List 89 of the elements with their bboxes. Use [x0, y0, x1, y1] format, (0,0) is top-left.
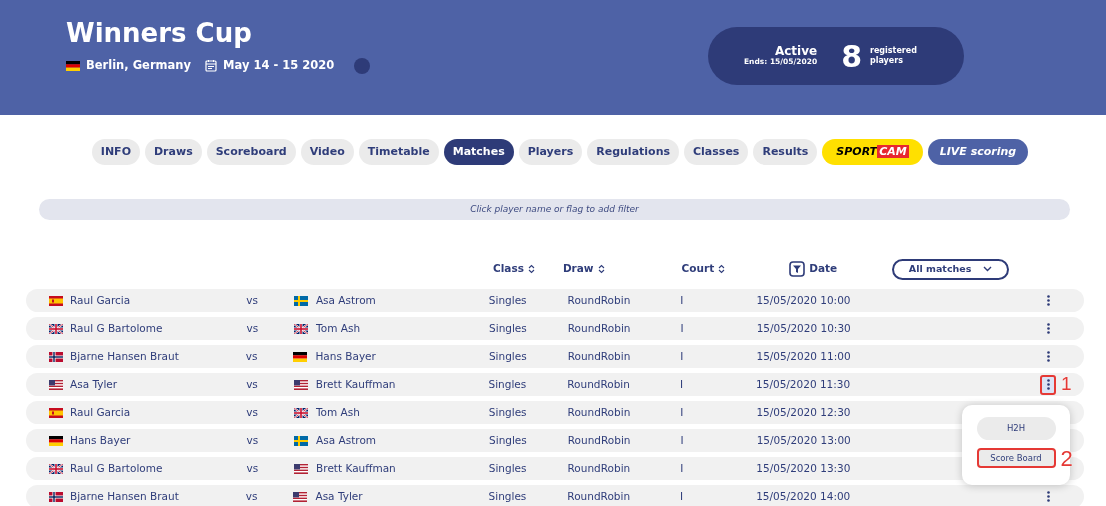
- versus-label: vs: [245, 348, 258, 364]
- court-cell-text: I: [680, 404, 684, 420]
- court-cell-text: I: [680, 292, 684, 308]
- match-row[interactable]: Raul Garcia vs Asa Astrom Singles RoundRobin I 15/05/2020 10:00: [26, 289, 1084, 312]
- court-cell-text: I: [680, 460, 684, 476]
- class-cell-text: Singles: [489, 432, 527, 448]
- column-header[interactable]: Draw: [562, 261, 594, 277]
- player-name[interactable]: Hans Bayer: [70, 432, 131, 449]
- player-name[interactable]: Raul Garcia: [70, 404, 131, 421]
- nav-tab[interactable]: Matches: [443, 139, 514, 165]
- versus-label: vs: [246, 432, 259, 448]
- nav-tab[interactable]: Timetable: [358, 139, 439, 165]
- status-text: Active: [774, 45, 818, 59]
- column-header[interactable]: Class: [493, 261, 524, 277]
- draw-cell-text: RoundRobin: [567, 348, 631, 364]
- date-cell-text: 15/05/2020 10:00: [756, 292, 851, 308]
- player-name[interactable]: Asa Tyler: [70, 376, 118, 393]
- versus-label: vs: [245, 488, 258, 504]
- draw-cell-text: RoundRobin: [567, 292, 631, 308]
- column-header[interactable]: Date: [809, 261, 838, 277]
- class-cell-text: Singles: [488, 376, 527, 392]
- filter-hint-bar: Click player name or flag to add filter: [39, 199, 1070, 220]
- match-row[interactable]: Bjarne Hansen Braut vs Hans Bayer Singles RoundRobin I 15/05/2020 11:00: [26, 345, 1084, 368]
- player-name[interactable]: Asa Tyler: [315, 488, 363, 505]
- player-name[interactable]: Brett Kauffman: [315, 376, 396, 393]
- event-dates: May 14 - 15 2020: [223, 57, 335, 75]
- date-cell-text: 15/05/2020 11:30: [756, 376, 851, 392]
- draw-cell-text: RoundRobin: [567, 432, 631, 448]
- player-name[interactable]: Raul G Bartolome: [70, 460, 163, 477]
- player-name[interactable]: Bjarne Hansen Braut: [70, 488, 179, 505]
- date-cell-text: 15/05/2020 13:00: [756, 432, 851, 448]
- menu-option[interactable]: H2H: [976, 417, 1056, 440]
- court-cell-text: I: [680, 320, 684, 336]
- nav-tab[interactable]: Classes: [684, 139, 749, 165]
- date-cell-text: 15/05/2020 14:00: [756, 488, 851, 504]
- event-location: Berlin, Germany: [86, 57, 192, 75]
- callout-number: 1: [1061, 374, 1072, 393]
- court-cell-text: I: [679, 376, 684, 392]
- class-cell-text: Singles: [488, 348, 527, 364]
- player-name[interactable]: Raul Garcia: [70, 292, 131, 309]
- match-row[interactable]: Bjarne Hansen Braut vs Asa Tyler Singles RoundRobin I 15/05/2020 14:00: [26, 485, 1084, 506]
- court-cell-text: I: [680, 488, 684, 504]
- versus-label: vs: [246, 460, 259, 476]
- court-cell-text: I: [680, 432, 684, 448]
- event-title: Winners Cup: [66, 18, 253, 50]
- versus-label: vs: [246, 404, 258, 420]
- draw-cell-text: RoundRobin: [567, 460, 631, 476]
- court-cell-text: I: [680, 348, 684, 364]
- column-header[interactable]: Court: [681, 261, 715, 277]
- match-row[interactable]: Raul G Bartolome vs Tom Ash Singles RoundRobin I 15/05/2020 10:30: [26, 317, 1084, 340]
- match-row[interactable]: Asa Tyler vs Brett Kauffman Singles RoundRobin I 15/05/2020 11:30 1: [26, 373, 1084, 396]
- versus-label: vs: [246, 376, 258, 392]
- class-cell-text: Singles: [488, 404, 527, 420]
- nav-tab[interactable]: Draws: [145, 139, 202, 165]
- player-name[interactable]: Tom Ash: [315, 404, 360, 421]
- player-name[interactable]: Asa Astrom: [316, 432, 377, 449]
- class-cell-text: Singles: [488, 292, 527, 308]
- player-name[interactable]: Brett Kauffman: [316, 460, 396, 477]
- sportcam-tab[interactable]: SPORT CAM: [822, 139, 923, 165]
- date-cell-text: 15/05/2020 12:30: [756, 404, 851, 420]
- versus-label: vs: [246, 292, 258, 308]
- menu-option[interactable]: Score Board: [976, 448, 1056, 468]
- versus-label: vs: [246, 320, 259, 336]
- player-name[interactable]: Hans Bayer: [315, 348, 376, 365]
- class-cell-text: Singles: [489, 320, 527, 336]
- draw-cell-text: RoundRobin: [567, 488, 631, 504]
- player-name[interactable]: Asa Astrom: [315, 292, 376, 309]
- player-name[interactable]: Bjarne Hansen Braut: [70, 348, 179, 365]
- nav-tab[interactable]: Video: [300, 139, 354, 165]
- match-filter-dropdown[interactable]: All matches: [892, 258, 1010, 280]
- draw-cell-text: RoundRobin: [567, 320, 631, 336]
- player-name[interactable]: Tom Ash: [316, 320, 361, 337]
- nav-tab[interactable]: Results: [753, 139, 818, 165]
- player-name[interactable]: Raul G Bartolome: [70, 320, 163, 337]
- nav-tab[interactable]: INFO: [91, 139, 140, 165]
- live-scoring-tab[interactable]: LIVE scoring: [927, 139, 1029, 165]
- date-cell-text: 15/05/2020 13:30: [756, 460, 851, 476]
- date-cell-text: 15/05/2020 10:30: [756, 320, 851, 336]
- nav-tab[interactable]: Regulations: [587, 139, 680, 165]
- draw-cell-text: RoundRobin: [567, 376, 630, 392]
- nav-tab[interactable]: Scoreboard: [206, 139, 296, 165]
- draw-cell-text: RoundRobin: [567, 404, 631, 420]
- match-row[interactable]: Raul Garcia vs Tom Ash Singles RoundRobin I 15/05/2020 12:30: [26, 401, 1084, 424]
- class-cell-text: Singles: [488, 460, 527, 476]
- nav-tab[interactable]: Players: [518, 139, 583, 165]
- player-count-label: registered players: [870, 46, 918, 66]
- player-count: 8: [841, 37, 862, 76]
- date-cell-text: 15/05/2020 11:00: [756, 348, 851, 364]
- class-cell-text: Singles: [488, 488, 527, 504]
